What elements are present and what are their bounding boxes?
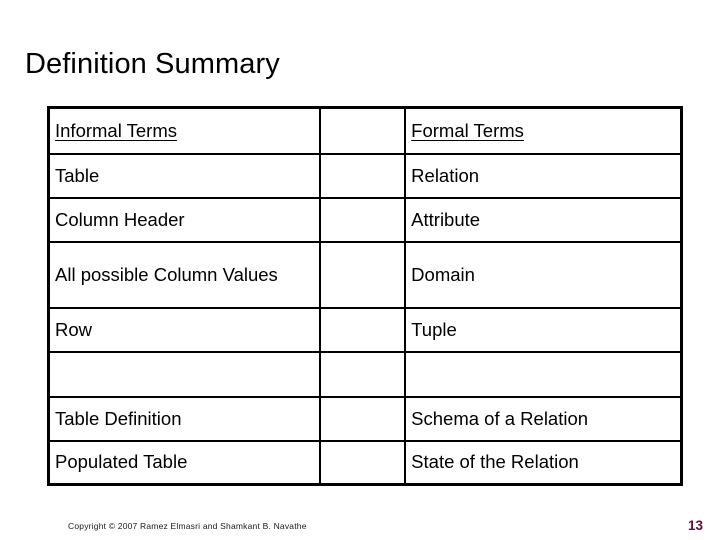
slide-canvas: Definition Summary Informal Terms Formal… bbox=[0, 0, 720, 540]
table-row: Row Tuple bbox=[47, 306, 683, 353]
page-number: 13 bbox=[688, 518, 704, 533]
cell-informal-term: Table bbox=[47, 152, 321, 199]
table-row: Informal Terms Formal Terms bbox=[47, 106, 683, 155]
definition-summary-table-wrapper: Informal Terms Formal Terms Table Relati… bbox=[47, 106, 683, 486]
cell-spacer bbox=[318, 350, 407, 398]
page-title: Definition Summary bbox=[25, 48, 280, 80]
formal-term-label: Tuple bbox=[411, 318, 457, 340]
cell-informal-term: Table Definition bbox=[47, 395, 321, 442]
formal-term-label: Relation bbox=[411, 164, 480, 186]
cell-informal-term: All possible Column Values bbox=[47, 240, 321, 309]
cell-spacer bbox=[318, 152, 407, 199]
informal-term-label: All possible Column Values bbox=[55, 263, 278, 285]
table-row bbox=[47, 350, 683, 398]
informal-term-label: Table bbox=[55, 164, 100, 186]
informal-term-label: Row bbox=[55, 318, 93, 340]
formal-term-label: State of the Relation bbox=[411, 451, 579, 473]
cell-spacer bbox=[318, 306, 407, 353]
cell-informal-term: Informal Terms bbox=[47, 106, 321, 155]
cell-informal-term: Column Header bbox=[47, 196, 321, 243]
cell-formal-term: Schema of a Relation bbox=[404, 395, 683, 442]
cell-spacer bbox=[318, 240, 407, 309]
formal-terms-heading: Formal Terms bbox=[411, 119, 524, 141]
cell-spacer bbox=[318, 106, 407, 155]
cell-formal-term: Formal Terms bbox=[404, 106, 683, 155]
cell-formal-term: State of the Relation bbox=[404, 439, 683, 486]
table-row: Populated Table State of the Relation bbox=[47, 439, 683, 486]
definition-summary-table: Informal Terms Formal Terms Table Relati… bbox=[47, 106, 683, 486]
table-row: Table Relation bbox=[47, 152, 683, 199]
informal-terms-heading: Informal Terms bbox=[55, 119, 177, 141]
formal-term-label: Attribute bbox=[411, 208, 481, 230]
formal-term-label: Schema of a Relation bbox=[411, 407, 589, 429]
formal-term-label: Domain bbox=[411, 263, 475, 285]
cell-formal-term: Relation bbox=[404, 152, 683, 199]
informal-term-label: Table Definition bbox=[55, 407, 182, 429]
informal-term-label: Column Header bbox=[55, 208, 185, 230]
informal-term-label: Populated Table bbox=[55, 451, 188, 473]
cell-spacer bbox=[318, 196, 407, 243]
cell-formal-term: Tuple bbox=[404, 306, 683, 353]
table-row: Column Header Attribute bbox=[47, 196, 683, 243]
table-row: Table Definition Schema of a Relation bbox=[47, 395, 683, 442]
table-row: All possible Column Values Domain bbox=[47, 240, 683, 309]
cell-spacer bbox=[318, 439, 407, 486]
cell-spacer bbox=[318, 395, 407, 442]
cell-informal-term: Populated Table bbox=[47, 439, 321, 486]
copyright-notice: Copyright © 2007 Ramez Elmasri and Shamk… bbox=[68, 521, 307, 531]
cell-formal-term bbox=[404, 350, 683, 398]
cell-informal-term: Row bbox=[47, 306, 321, 353]
cell-formal-term: Attribute bbox=[404, 196, 683, 243]
cell-informal-term bbox=[47, 350, 321, 398]
cell-formal-term: Domain bbox=[404, 240, 683, 309]
